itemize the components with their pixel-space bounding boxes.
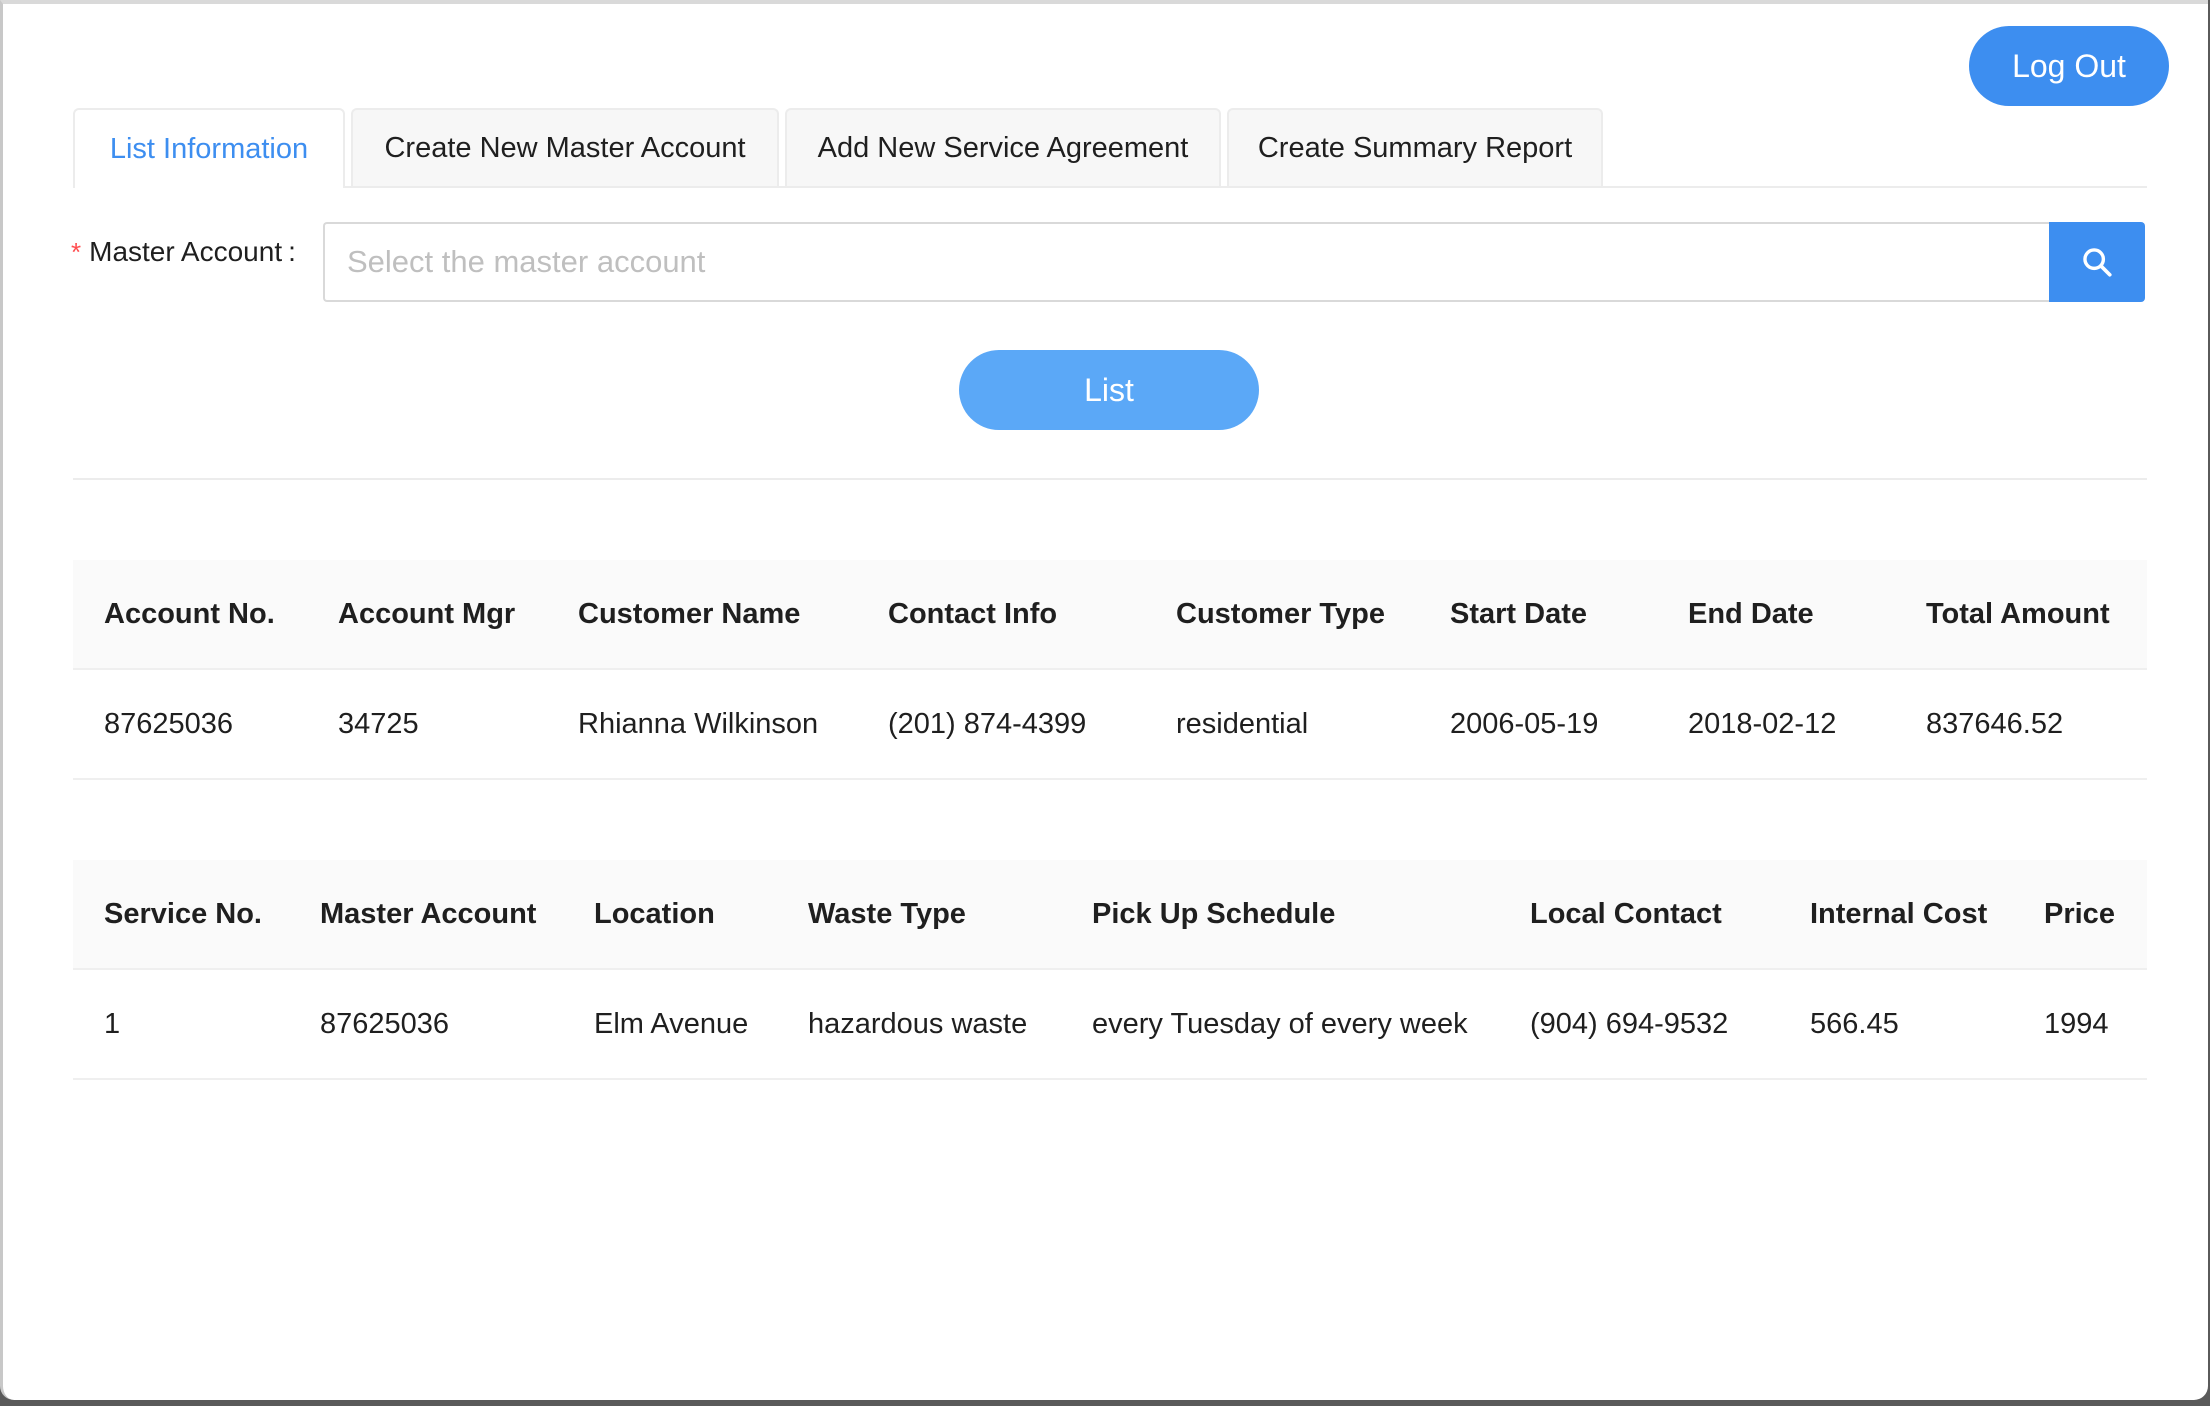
table-cell: every Tuesday of every week [1061,969,1499,1080]
accounts-header-row: Account No. Account Mgr Customer Name Co… [73,560,2147,670]
table-cell: Rhianna Wilkinson [547,669,857,780]
column-header: Total Amount [1895,560,2147,670]
table-cell: 837646.52 [1895,669,2147,780]
table-cell: 2018-02-12 [1657,669,1895,780]
column-header: Start Date [1419,560,1657,670]
master-account-input[interactable] [323,222,2049,302]
label-colon: : [288,236,296,267]
tab-list-information[interactable]: List Information [73,108,345,188]
column-header: Customer Name [547,560,857,670]
table-cell: (201) 874-4399 [857,669,1145,780]
column-header: Waste Type [777,860,1061,970]
column-header: Account Mgr [307,560,547,670]
accounts-table: Account No. Account Mgr Customer Name Co… [73,560,2147,780]
column-header: Account No. [73,560,307,670]
column-header: Pick Up Schedule [1061,860,1499,970]
search-icon [2083,248,2112,277]
tab-bar: List Information Create New Master Accou… [73,106,2147,188]
list-button[interactable]: List [959,350,1259,430]
table-cell: hazardous waste [777,969,1061,1080]
section-divider [73,478,2147,480]
master-account-label: * Master Account: [71,236,296,268]
column-header: Customer Type [1145,560,1419,670]
logout-button[interactable]: Log Out [1969,26,2169,106]
column-header: Price [2013,860,2147,970]
column-header: Location [563,860,777,970]
services-table: Service No. Master Account Location Wast… [73,860,2147,1080]
search-button[interactable] [2049,222,2145,302]
table-row[interactable]: 1 87625036 Elm Avenue hazardous waste ev… [73,969,2147,1080]
table-cell: Elm Avenue [563,969,777,1080]
column-header: Service No. [73,860,289,970]
column-header: Master Account [289,860,563,970]
column-header: Local Contact [1499,860,1779,970]
table-cell: (904) 694-9532 [1499,969,1779,1080]
tab-add-new-service-agreement[interactable]: Add New Service Agreement [785,108,1221,186]
column-header: Internal Cost [1779,860,2013,970]
tab-create-new-master-account[interactable]: Create New Master Account [351,108,779,186]
app-window: Log Out List Information Create New Mast… [0,0,2208,1400]
table-cell: 1994 [2013,969,2147,1080]
column-header: End Date [1657,560,1895,670]
master-account-label-text: Master Account [89,236,283,267]
services-header-row: Service No. Master Account Location Wast… [73,860,2147,970]
master-account-search [323,222,2145,302]
table-cell: 87625036 [289,969,563,1080]
table-cell: residential [1145,669,1419,780]
tab-create-summary-report[interactable]: Create Summary Report [1227,108,1603,186]
column-header: Contact Info [857,560,1145,670]
table-cell: 34725 [307,669,547,780]
table-cell: 566.45 [1779,969,2013,1080]
table-row[interactable]: 87625036 34725 Rhianna Wilkinson (201) 8… [73,669,2147,780]
table-cell: 87625036 [73,669,307,780]
table-cell: 1 [73,969,289,1080]
table-cell: 2006-05-19 [1419,669,1657,780]
required-marker: * [71,237,82,267]
